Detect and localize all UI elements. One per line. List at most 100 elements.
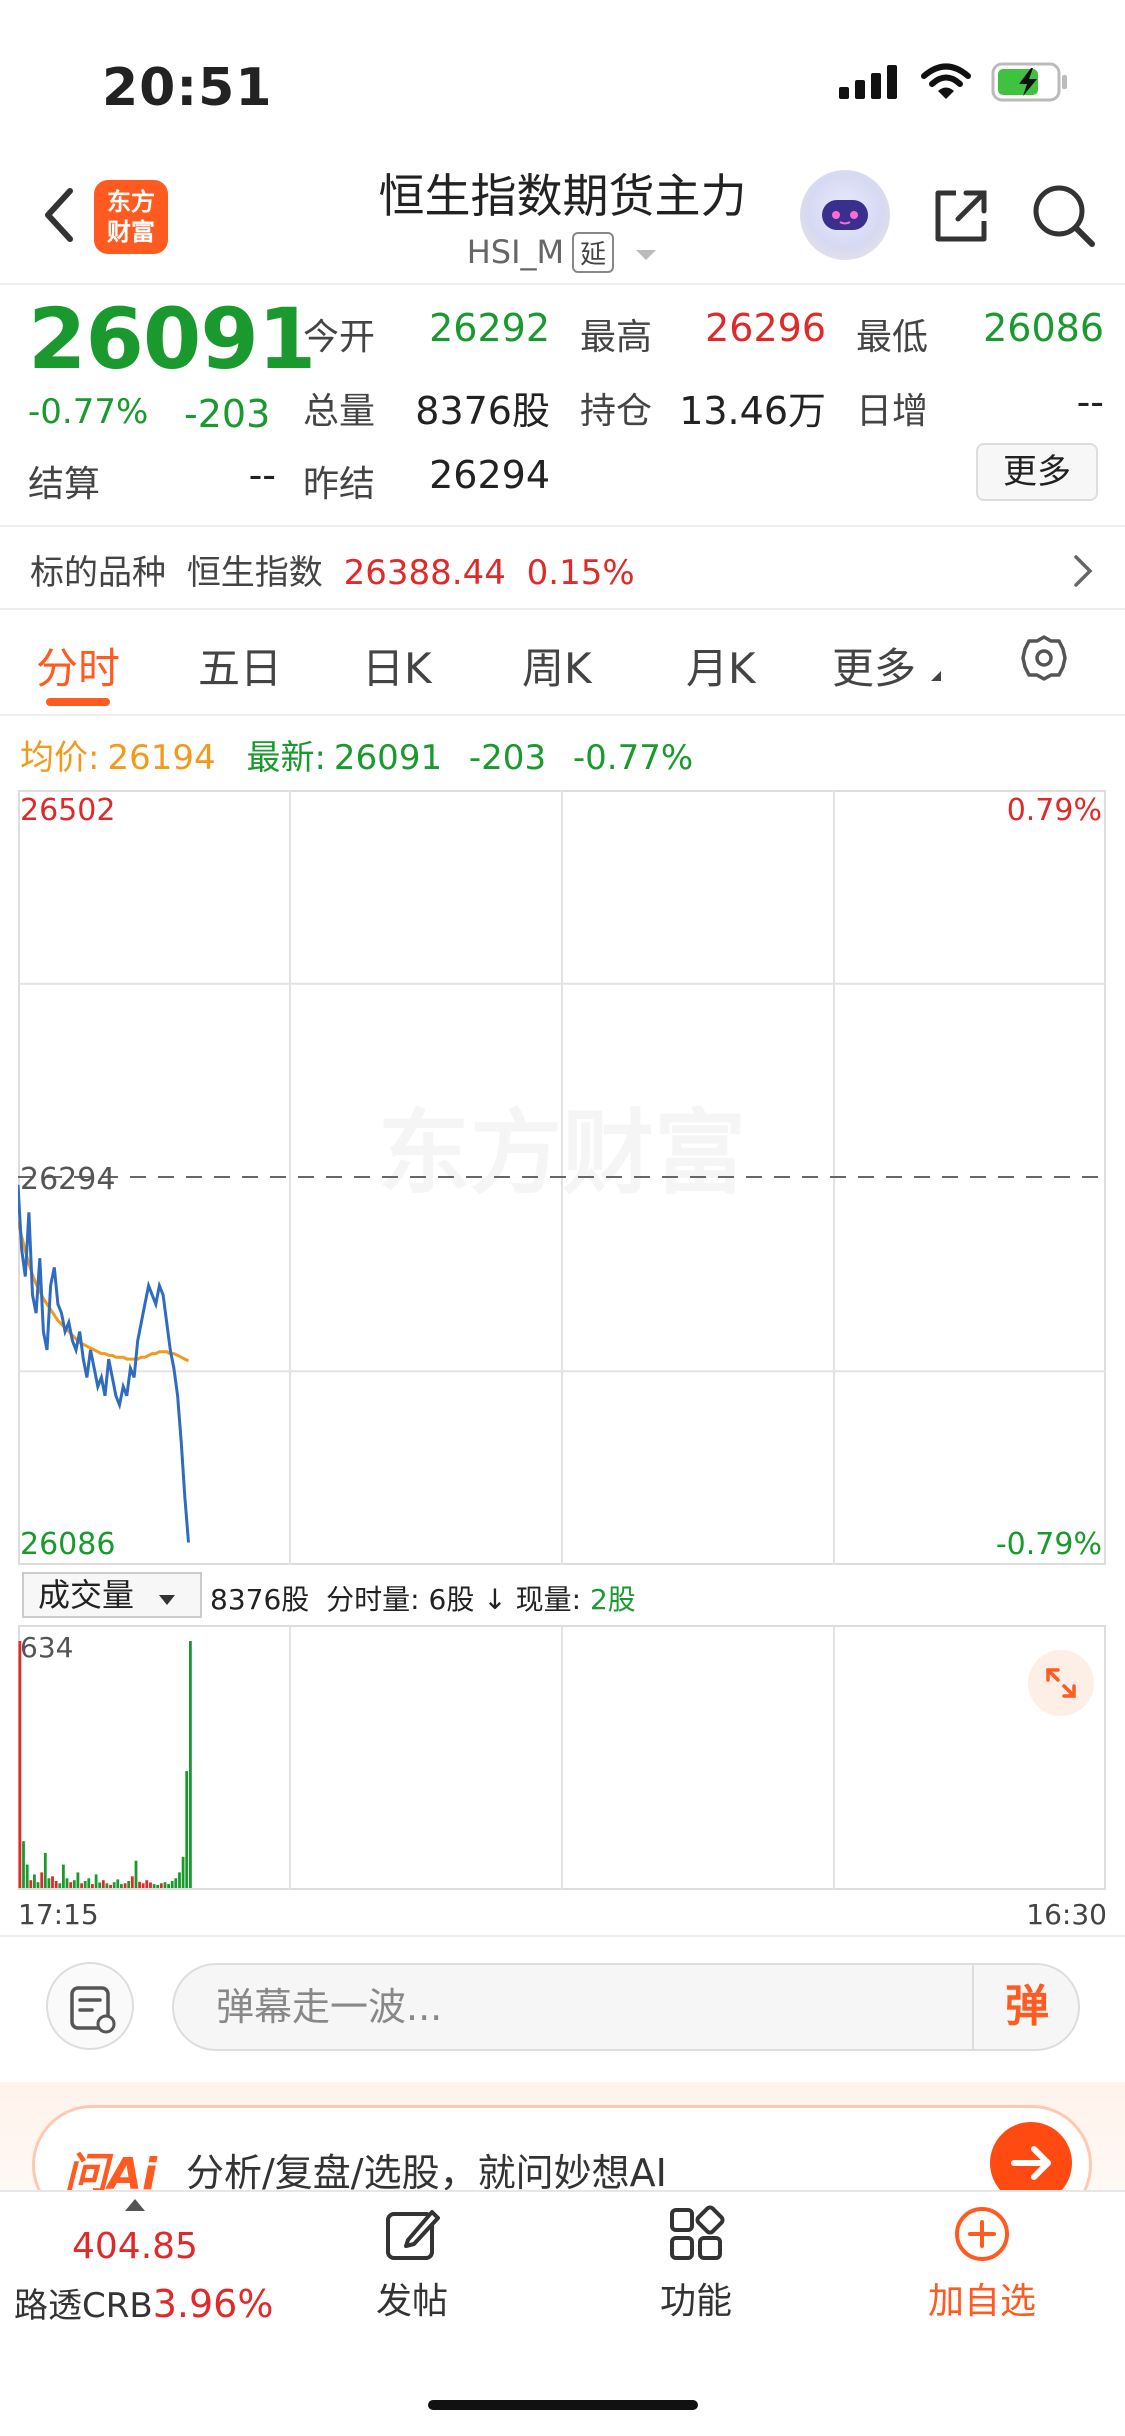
- volume-bar: [29, 1880, 33, 1888]
- status-icons: [839, 62, 1069, 102]
- intraday-chart[interactable]: 东方财富 26502 26294 26086 0.79% -0.79%: [18, 790, 1106, 1565]
- chevron-right-icon[interactable]: [1072, 553, 1094, 589]
- signal-icon: [839, 65, 897, 99]
- tab-five-day[interactable]: 五日: [198, 635, 282, 696]
- index-pct: 3.96%: [152, 2282, 274, 2326]
- last-price: 26091: [28, 290, 316, 388]
- plus-circle-icon: [955, 2207, 1009, 2261]
- nav-functions[interactable]: 功能: [616, 2204, 776, 2324]
- volume-bar: [22, 1841, 25, 1888]
- settle-value: --: [248, 453, 276, 497]
- volume-bar: [33, 1874, 36, 1888]
- nav-post[interactable]: 发帖: [332, 2204, 492, 2324]
- edit-icon: [386, 2210, 440, 2260]
- y-max-label: 26502: [20, 793, 115, 828]
- volume-bar: [189, 1641, 192, 1888]
- grid-icon: [670, 2205, 725, 2260]
- open-interest-label: 持仓: [580, 391, 653, 432]
- volume-bar: [18, 1641, 22, 1888]
- y-min-label: 26086: [20, 1527, 115, 1562]
- danmu-input[interactable]: 弹幕走一波...: [172, 1963, 1080, 2051]
- volume-bar: [138, 1881, 141, 1888]
- volume-label: 总量: [303, 391, 376, 432]
- daily-increase-value: --: [1076, 380, 1104, 424]
- volume-bar: [69, 1882, 73, 1888]
- volume-bar: [149, 1882, 152, 1888]
- share-icon[interactable]: [930, 185, 992, 247]
- volume-bar: [94, 1874, 98, 1888]
- open-label: 今开: [303, 317, 376, 358]
- volume-bar: [83, 1881, 87, 1888]
- more-button[interactable]: 更多: [976, 443, 1098, 501]
- volume-chart[interactable]: 634: [18, 1625, 1106, 1890]
- prev-settle-value: 26294: [429, 453, 550, 497]
- search-icon[interactable]: [1030, 182, 1096, 248]
- tab-weekly-k[interactable]: 周K: [522, 635, 592, 696]
- volume-bar: [178, 1872, 181, 1888]
- expand-icon[interactable]: [1028, 1650, 1094, 1716]
- volume-total: 8376股: [210, 1583, 310, 1616]
- volume-bar: [127, 1881, 131, 1888]
- volume-bar: [43, 1852, 47, 1888]
- battery-icon: [991, 62, 1067, 102]
- gear-icon[interactable]: [1020, 634, 1068, 682]
- index-value[interactable]: 404.85: [72, 2226, 198, 2267]
- volume-bar: [47, 1878, 51, 1888]
- chart-watermark: 东方财富: [378, 1100, 746, 1207]
- code-text: HSI_M: [466, 233, 565, 271]
- divider: [0, 714, 1125, 716]
- divider: [0, 283, 1125, 285]
- change-value: -203: [184, 392, 271, 436]
- tab-more-label: 更多: [832, 644, 917, 693]
- nav-add-watchlist[interactable]: 加自选: [902, 2204, 1062, 2324]
- volume-bar: [91, 1884, 94, 1888]
- tab-daily-k[interactable]: 日K: [362, 635, 432, 696]
- pct-min-label: -0.79%: [996, 1527, 1102, 1562]
- nav-add-watchlist-label: 加自选: [927, 2281, 1036, 2322]
- price-summary: 均价: 26194 最新: 26091 -203 -0.77%: [20, 730, 693, 779]
- volume-bar: [152, 1884, 156, 1888]
- volume-bar: [105, 1883, 109, 1888]
- volume-bar: [174, 1878, 178, 1888]
- low-value: 26086: [983, 306, 1104, 350]
- latest-label: 最新:: [246, 738, 326, 778]
- current-volume-value: 2股: [589, 1583, 636, 1616]
- x-end-label: 16:30: [1026, 1898, 1107, 1931]
- volume-bar: [120, 1884, 123, 1888]
- volume-bar: [80, 1883, 83, 1888]
- volume-bar: [123, 1883, 127, 1888]
- tab-monthly-k[interactable]: 月K: [686, 635, 756, 696]
- volume-bar: [87, 1878, 91, 1888]
- volume-bar: [116, 1879, 120, 1888]
- underlying-row[interactable]: 标的品种 恒生指数 26388.44 0.15%: [30, 545, 635, 594]
- open-interest-value: 13.46万: [679, 389, 826, 433]
- volume-bar: [109, 1884, 112, 1888]
- volume-bar: [181, 1856, 185, 1888]
- index-ticker[interactable]: 路透CRB3.96%: [14, 2278, 273, 2327]
- volume-bar: [145, 1880, 149, 1888]
- minute-volume-value: 6股: [428, 1583, 475, 1616]
- x-start-label: 17:15: [18, 1898, 99, 1931]
- nav-post-label: 发帖: [375, 2281, 448, 2322]
- tab-intraday[interactable]: 分时: [36, 635, 120, 696]
- volume-selector[interactable]: 成交量: [22, 1572, 202, 1618]
- change-percent: -0.77%: [28, 392, 149, 432]
- underlying-pct: 0.15%: [526, 553, 635, 593]
- volume-bar: [141, 1883, 145, 1888]
- divider: [0, 608, 1125, 610]
- volume-max-label: 634: [20, 1631, 73, 1664]
- robot-avatar-icon[interactable]: [800, 170, 890, 260]
- volume-bar: [62, 1864, 65, 1888]
- tab-more[interactable]: 更多: [832, 635, 943, 696]
- divider: [0, 1935, 1125, 1937]
- volume-bar: [54, 1881, 58, 1888]
- daily-increase-label: 日增: [856, 391, 929, 432]
- note-settings-icon[interactable]: [46, 1962, 134, 2050]
- volume-bar: [65, 1878, 69, 1888]
- avg-value: 26194: [107, 738, 216, 778]
- volume-bar: [159, 1883, 163, 1888]
- danmu-send-button[interactable]: 弹: [972, 1963, 1080, 2051]
- corner-caret-icon: [931, 671, 942, 681]
- volume-bar: [163, 1882, 167, 1888]
- settle-label: 结算: [28, 464, 101, 505]
